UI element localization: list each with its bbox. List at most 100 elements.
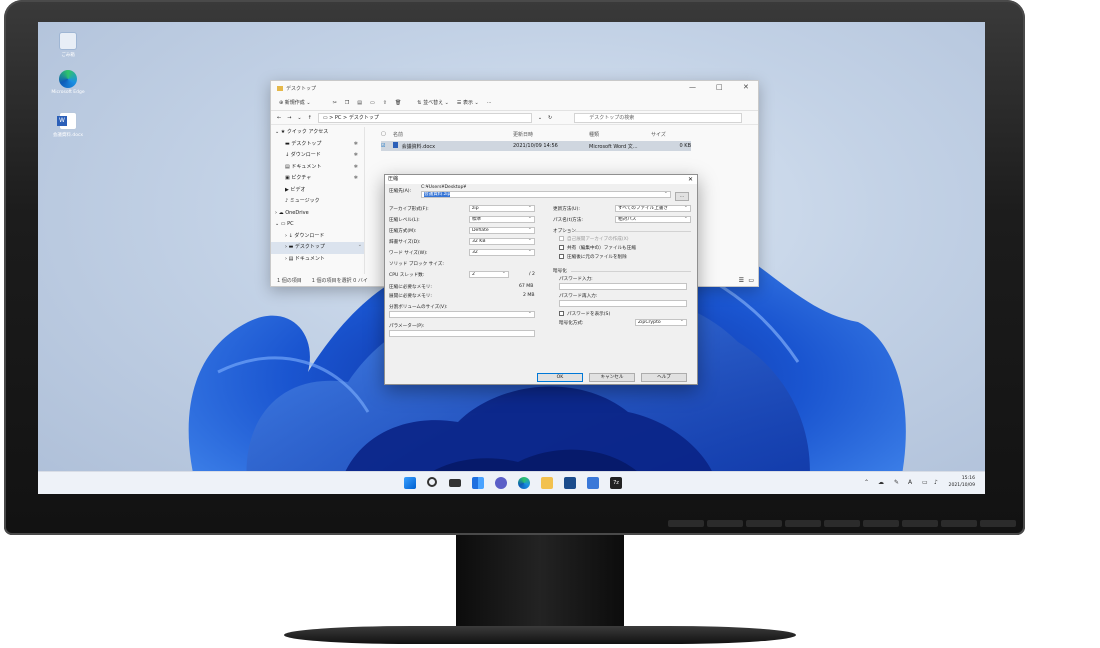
nav-item-pictures[interactable]: ▣ ピクチャ ✱ [271, 173, 364, 185]
show-password-label: パスワードを表示(S) [567, 312, 611, 317]
sfx-checkbox[interactable] [559, 236, 564, 241]
task-view-icon[interactable] [449, 479, 461, 487]
row-checkbox[interactable]: ☑ [381, 143, 393, 149]
address-input[interactable]: ▭ > PC > デスクトップ [317, 112, 532, 123]
delete-icon[interactable]: 🗑 [395, 100, 401, 106]
widgets-icon[interactable] [472, 477, 484, 489]
update-select[interactable]: すべてのファイル上書き [615, 205, 691, 212]
store-icon[interactable] [564, 477, 576, 489]
word-label: ワード サイズ(W): [389, 251, 428, 256]
level-select[interactable]: 標準 [469, 216, 535, 223]
format-select[interactable]: zip [469, 205, 535, 212]
start-icon[interactable] [404, 477, 416, 489]
column-name[interactable]: 名前 [393, 131, 513, 138]
dict-label: 辞書サイズ(D): [389, 240, 421, 245]
mem-comp-value: 67 MB [519, 284, 534, 289]
sort-button[interactable]: ⇅ 並べ替え ⌄ [417, 99, 449, 106]
nav-item-downloads[interactable]: ↓ ダウンロード ✱ [271, 150, 364, 162]
navigation-pane: ⌄ ★ クイック アクセス ▬ デスクトップ ✱ ↓ ダウンロード ✱ ▤ ドキュメ… [271, 127, 365, 274]
dialog-title: 圧縮 [388, 176, 399, 182]
details-view-icon[interactable]: ☰ [739, 277, 744, 284]
network-icon[interactable]: ▭ [922, 479, 928, 486]
onedrive-tray-icon[interactable]: ☁ [878, 479, 884, 486]
nav-onedrive[interactable]: › ☁ OneDrive [271, 208, 364, 220]
column-size[interactable]: サイズ [651, 131, 691, 138]
new-button[interactable]: ⊕ 新規作成 ⌄ [279, 99, 311, 106]
file-explorer-icon[interactable] [541, 477, 553, 489]
more-button[interactable]: ··· [487, 100, 492, 106]
nav-item-music[interactable]: ♪ ミュージック [271, 196, 364, 208]
ok-button[interactable]: OK [537, 373, 583, 382]
params-input[interactable] [389, 330, 535, 337]
sfx-label: 自己展開アーカイブの作成(X) [567, 237, 629, 242]
help-button[interactable]: ヘルプ [641, 373, 687, 382]
paste-icon[interactable]: ▤ [357, 100, 362, 106]
column-type[interactable]: 種類 [589, 131, 651, 138]
nav-item-documents[interactable]: ▤ ドキュメント ✱ [271, 162, 364, 174]
password-input[interactable] [559, 283, 687, 290]
desktop-icon-recycle-bin[interactable]: ごみ箱 [46, 32, 90, 58]
column-modified[interactable]: 更新日時 [513, 131, 589, 138]
clock-time: 15:16 [961, 476, 975, 481]
show-password-checkbox[interactable] [559, 311, 564, 316]
pen-icon[interactable]: ✎ [894, 479, 899, 486]
nav-item-desktop[interactable]: ▬ デスクトップ ✱ [271, 139, 364, 151]
refresh-icon[interactable]: ↻ [548, 115, 552, 121]
shared-checkbox[interactable] [559, 245, 564, 250]
desktop-icon-edge[interactable]: Microsoft Edge [46, 70, 90, 95]
search-input[interactable]: デスクトップの検索 [574, 112, 743, 123]
nav-quick-access[interactable]: ⌄ ★ クイック アクセス [271, 127, 364, 139]
nav-pc-downloads[interactable]: › ↓ ダウンロード [271, 231, 364, 243]
recent-icon[interactable]: ⌄ [297, 115, 301, 121]
edge-icon[interactable] [518, 477, 530, 489]
tray-chevron-icon[interactable]: ⌃ [864, 479, 869, 486]
nav-pc[interactable]: ⌄ ▭ PC [271, 219, 364, 231]
nav-item-videos[interactable]: ▶ ビデオ [271, 185, 364, 197]
enc-method-select[interactable]: ZipCrypto [635, 319, 687, 326]
back-icon[interactable]: ← [277, 115, 281, 121]
cancel-button[interactable]: キャンセル [589, 373, 635, 382]
pwd2-label: パスワード再入力: [559, 294, 598, 299]
up-icon[interactable]: ↑ [308, 115, 312, 121]
search-icon[interactable] [427, 477, 437, 487]
clock-date: 2021/10/09 [948, 483, 975, 488]
delete-checkbox[interactable] [559, 254, 564, 259]
dict-select[interactable]: 32 KB [469, 238, 535, 245]
archive-input[interactable]: 会議資料.zip [421, 191, 671, 198]
view-button[interactable]: ☰ 表示 ⌄ [457, 99, 479, 106]
explorer-titlebar: デスクトップ — □ ✕ [271, 81, 758, 95]
cut-icon[interactable]: ✂ [333, 100, 337, 106]
word-select[interactable]: 32 [469, 249, 535, 256]
address-dropdown-icon[interactable]: ⌄ [538, 115, 542, 121]
split-select[interactable] [389, 311, 535, 318]
update-label: 更新方法(U): [553, 207, 580, 212]
close-icon[interactable]: ✕ [743, 83, 749, 91]
threads-select[interactable]: 2 [469, 271, 509, 278]
maximize-icon[interactable]: □ [716, 83, 723, 91]
tiles-view-icon[interactable]: ▭ [748, 277, 754, 284]
clock[interactable]: 15:16 2021/10/09 [949, 475, 975, 489]
share-icon[interactable]: ⇪ [383, 100, 387, 106]
method-select[interactable]: Deflate [469, 227, 535, 234]
compress-dialog: 圧縮 ✕ 圧縮先(A): C:¥Users¥Desktop¥ 会議資料.zip … [384, 174, 698, 385]
mail-icon[interactable] [587, 477, 599, 489]
forward-icon[interactable]: → [287, 115, 291, 121]
volume-icon[interactable]: ♪ [934, 479, 938, 486]
edge-icon [59, 70, 77, 88]
password-confirm-input[interactable] [559, 300, 687, 307]
pathmode-select[interactable]: 相対パス [615, 216, 691, 223]
browse-button[interactable]: ... [675, 192, 689, 201]
nav-pc-documents[interactable]: › ▤ ドキュメント [271, 254, 364, 266]
desktop-icon-docx[interactable]: W 会議資料.docx [46, 112, 90, 138]
copy-icon[interactable]: ❐ [345, 100, 349, 106]
select-all-checkbox[interactable]: ▢ [381, 131, 393, 137]
chat-icon[interactable] [495, 477, 507, 489]
enc-method-label: 暗号化方式: [559, 321, 584, 326]
rename-icon[interactable]: ▭ [370, 100, 375, 106]
ime-icon[interactable]: A [908, 479, 912, 486]
7zip-icon[interactable]: 7z [610, 477, 622, 489]
dialog-close-icon[interactable]: ✕ [688, 175, 693, 184]
minimize-icon[interactable]: — [689, 83, 696, 91]
file-row[interactable]: ☑ 会議資料.docx 2021/10/09 14:56 Microsoft W… [381, 141, 691, 151]
nav-pc-desktop[interactable]: › ▬ デスクトップ [271, 240, 364, 254]
